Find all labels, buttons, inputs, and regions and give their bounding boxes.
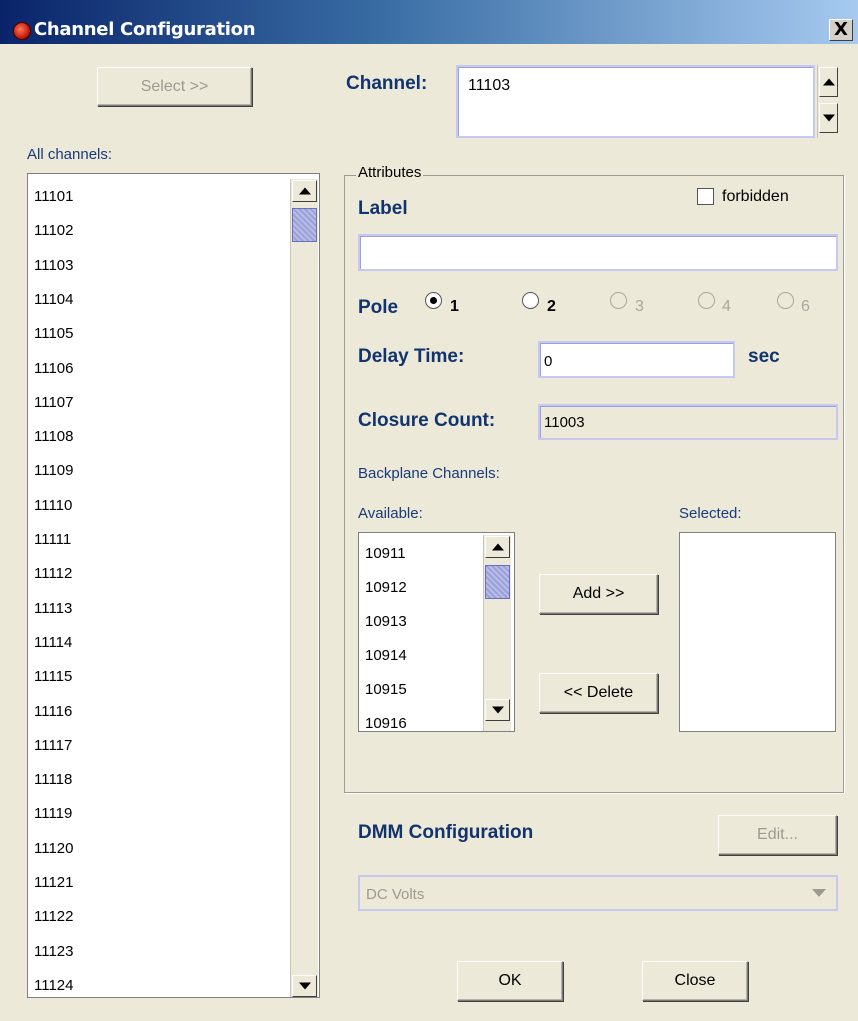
pole-radio-1[interactable] xyxy=(425,292,442,309)
scroll-down-button[interactable] xyxy=(485,699,510,721)
list-item[interactable]: 11104 xyxy=(34,291,74,308)
pole-radio-3[interactable] xyxy=(610,292,627,309)
pole-option-2-label: 2 xyxy=(547,298,556,315)
closure-count-value: 11003 xyxy=(544,414,585,431)
scroll-thumb[interactable] xyxy=(292,208,317,242)
scroll-up-button[interactable] xyxy=(292,180,317,202)
scroll-up-button[interactable] xyxy=(485,536,510,558)
list-item[interactable]: 11113 xyxy=(34,600,72,617)
selected-channels-list[interactable] xyxy=(679,532,836,732)
channel-value: 11103 xyxy=(468,77,511,94)
list-item[interactable]: 11103 xyxy=(34,257,74,274)
closure-count-label: Closure Count: xyxy=(358,410,496,431)
available-label: Available: xyxy=(358,505,423,522)
up-arrow-icon xyxy=(822,78,835,86)
app-icon xyxy=(13,22,31,40)
pole-radio-2[interactable] xyxy=(522,292,539,309)
list-item[interactable]: 11121 xyxy=(34,874,74,891)
backplane-channels-label: Backplane Channels: xyxy=(358,465,500,482)
list-item[interactable]: 11105 xyxy=(34,325,74,342)
delay-time-value: 0 xyxy=(544,353,553,370)
label-input[interactable] xyxy=(358,234,838,271)
all-channels-list[interactable]: 11101 11102 11103 11104 11105 11106 11107 11108… xyxy=(27,173,320,998)
list-item[interactable]: 11124 xyxy=(34,977,74,994)
list-item[interactable]: 11119 xyxy=(34,805,72,822)
selected-label: Selected: xyxy=(679,505,742,522)
channel-label: Channel: xyxy=(346,73,428,94)
list-item[interactable]: 11115 xyxy=(34,668,72,685)
pole-radio-4[interactable] xyxy=(698,292,715,309)
forbidden-label: forbidden xyxy=(722,188,789,205)
down-arrow-icon xyxy=(491,706,504,714)
up-arrow-icon xyxy=(491,543,504,551)
delay-time-label: Delay Time: xyxy=(358,346,465,367)
list-item[interactable]: 10912 xyxy=(365,579,407,596)
up-arrow-icon xyxy=(298,187,311,195)
list-item[interactable]: 11120 xyxy=(34,840,74,857)
attributes-legend: Attributes xyxy=(356,164,424,181)
spinner-up-button[interactable] xyxy=(819,67,838,97)
closure-count-field: 11003 xyxy=(538,404,838,440)
list-item[interactable]: 11122 xyxy=(34,908,74,925)
pole-radio-6[interactable] xyxy=(777,292,794,309)
pole-option-4-label: 4 xyxy=(722,298,731,315)
list-item[interactable]: 11102 xyxy=(34,222,74,239)
pole-label: Pole xyxy=(358,297,399,318)
scroll-thumb[interactable] xyxy=(485,565,510,599)
list-item[interactable]: 11110 xyxy=(34,497,72,514)
list-item[interactable]: 10914 xyxy=(365,647,407,664)
list-item[interactable]: 11118 xyxy=(34,771,72,788)
down-arrow-icon xyxy=(822,114,835,122)
channel-spinner[interactable] xyxy=(817,65,839,138)
list-item[interactable]: 10911 xyxy=(365,545,406,562)
radio-selected-dot xyxy=(430,297,437,304)
pole-option-6-label: 6 xyxy=(801,298,810,315)
ok-button[interactable]: OK xyxy=(457,961,563,1001)
scroll-down-button[interactable] xyxy=(292,975,317,997)
close-window-button[interactable]: X xyxy=(829,19,853,41)
list-item[interactable]: 10913 xyxy=(365,613,407,630)
list-item[interactable]: 11117 xyxy=(34,737,72,754)
delay-unit-label: sec xyxy=(748,346,780,367)
dmm-mode-select[interactable]: DC Volts xyxy=(358,875,838,911)
down-arrow-icon xyxy=(298,982,311,990)
available-scrollbar[interactable] xyxy=(483,535,511,731)
select-button[interactable]: Select >> xyxy=(97,67,252,106)
dmm-configuration-label: DMM Configuration xyxy=(358,822,534,843)
window-title: Channel Configuration xyxy=(34,19,256,40)
list-item[interactable]: 11107 xyxy=(34,394,74,411)
spinner-down-button[interactable] xyxy=(819,103,838,133)
list-item[interactable]: 11109 xyxy=(34,462,74,479)
dmm-mode-value: DC Volts xyxy=(366,886,425,903)
delete-button[interactable]: << Delete xyxy=(539,673,658,713)
list-item[interactable]: 10915 xyxy=(365,681,407,698)
all-channels-label: All channels: xyxy=(27,146,113,163)
forbidden-checkbox[interactable] xyxy=(697,188,714,205)
pole-option-3-label: 3 xyxy=(635,298,644,315)
list-item[interactable]: 11123 xyxy=(34,943,74,960)
channel-field[interactable]: 11103 xyxy=(456,65,815,138)
delay-time-input[interactable]: 0 xyxy=(538,341,735,378)
label-heading: Label xyxy=(358,198,408,219)
pole-option-1-label: 1 xyxy=(450,298,459,315)
list-item[interactable]: 11108 xyxy=(34,428,74,445)
add-button[interactable]: Add >> xyxy=(539,574,658,614)
list-item[interactable]: 11101 xyxy=(34,188,74,205)
list-item[interactable]: 11116 xyxy=(34,703,72,720)
all-channels-scrollbar[interactable] xyxy=(290,179,318,997)
list-item[interactable]: 10916 xyxy=(365,715,407,731)
list-item[interactable]: 11106 xyxy=(34,360,74,377)
chevron-down-icon xyxy=(812,889,826,897)
list-item[interactable]: 11114 xyxy=(34,634,72,651)
list-item[interactable]: 11112 xyxy=(34,565,72,582)
edit-button[interactable]: Edit... xyxy=(718,815,837,855)
close-button[interactable]: Close xyxy=(642,961,748,1001)
list-item[interactable]: 11111 xyxy=(34,531,71,548)
